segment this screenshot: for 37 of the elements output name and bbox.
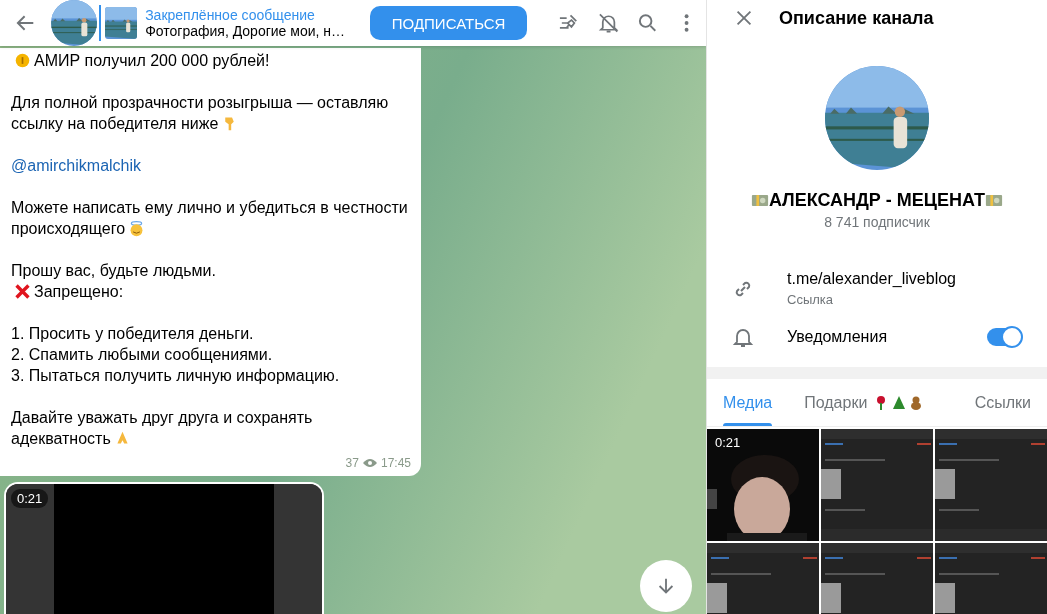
message-text: 3. Пытаться получить личную информацию.: [11, 367, 340, 384]
message-text: Запрещено:: [34, 283, 124, 300]
channel-link[interactable]: t.me/alexander_liveblog: [787, 270, 956, 288]
username-link[interactable]: @amirchikmalchik: [11, 157, 142, 174]
coin-icon: [14, 52, 31, 69]
link-caption: Ссылка: [787, 292, 835, 307]
cross-icon: [14, 283, 31, 300]
video-message[interactable]: 0:21: [4, 482, 324, 614]
message-time: 17:45: [380, 456, 411, 470]
message-text: происходящего: [11, 220, 126, 237]
subscriber-count: 8 741 подписчик: [823, 214, 931, 230]
message-text: АМИР получил 200 000 рублей!: [34, 52, 270, 69]
pinned-title[interactable]: Закреплённое сообщение: [145, 7, 348, 23]
message-text: Прошу вас, будьте людьми.: [11, 262, 216, 279]
tab[interactable]: Медиа: [707, 379, 789, 426]
video-duration: 0:21: [11, 489, 49, 508]
message-text: 2. Спамить любыми сообщениями.: [11, 346, 273, 363]
message-text: адекватность: [11, 430, 111, 447]
message-text: ссылку на победителя ниже: [11, 115, 219, 132]
pinned-message[interactable]: Фотография, Дорогие мои, н…: [145, 23, 348, 39]
subscribe-button[interactable]: ПОДПИСАТЬСЯ: [369, 6, 528, 40]
notifications-toggle[interactable]: [987, 328, 1021, 346]
tab[interactable]: Ссылки: [958, 379, 1047, 426]
channel-name: АЛЕКСАНДР - МЕЦЕНАТ: [768, 190, 986, 211]
banknote-icon: [985, 194, 1004, 207]
message-text: 1. Просить у победителя деньги.: [11, 325, 254, 342]
panel-title: Описание канала: [779, 7, 934, 29]
tab[interactable]: Подарки: [788, 379, 940, 426]
message-text: Для полной прозрачности розыгрыша — оставляю: [11, 94, 389, 111]
view-count: 37: [345, 456, 359, 470]
bell-off-icon[interactable]: [596, 11, 620, 35]
notifications-label: Уведомления: [787, 328, 888, 346]
eye-icon: [361, 457, 378, 469]
message-text: Давайте уважать друг друга и сохранять: [11, 409, 313, 426]
message-text: Можете написать ему лично и убедиться в честности: [11, 199, 408, 216]
video-duration: 0:21: [715, 435, 741, 450]
banknote-icon: [750, 194, 769, 207]
